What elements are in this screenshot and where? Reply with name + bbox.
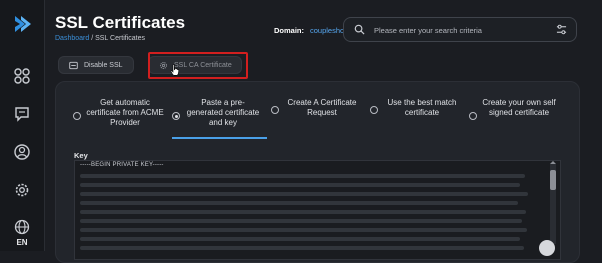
chevron-logo[interactable] xyxy=(12,14,32,34)
disable-icon xyxy=(69,61,78,70)
globe-icon[interactable] xyxy=(13,218,31,236)
redacted-key-line xyxy=(80,219,522,223)
redacted-key-line xyxy=(80,174,525,178)
redacted-key-line xyxy=(80,201,518,205)
search-icon xyxy=(354,24,365,35)
redacted-key-line xyxy=(80,183,520,187)
radio-best-match[interactable] xyxy=(370,106,378,114)
key-label: Key xyxy=(74,151,88,160)
language-selector[interactable]: EN xyxy=(0,238,44,247)
chat-bubble-button[interactable] xyxy=(539,240,555,256)
option-best-match-label[interactable]: Use the best match certificate xyxy=(380,98,464,118)
radio-self-signed[interactable] xyxy=(469,112,477,120)
user-icon[interactable] xyxy=(13,143,31,161)
redacted-key-line xyxy=(80,228,527,232)
redacted-key-line xyxy=(80,192,528,196)
redacted-key-line xyxy=(80,246,524,250)
sidebar: EN xyxy=(0,0,45,251)
hand-cursor-icon xyxy=(170,64,180,76)
redacted-key-line xyxy=(80,210,526,214)
scrollbar-thumb[interactable] xyxy=(550,170,556,190)
domain-label: Domain: xyxy=(274,26,304,35)
radio-acme[interactable] xyxy=(73,112,81,120)
redacted-key-line xyxy=(80,237,520,241)
selected-option-indicator xyxy=(172,137,267,139)
radio-paste-certificate[interactable] xyxy=(172,112,180,120)
disable-ssl-label: Disable SSL xyxy=(84,62,123,69)
breadcrumb: Dashboard / SSL Certificates xyxy=(55,35,145,42)
option-certificate-request-label[interactable]: Create A Certificate Request xyxy=(280,98,364,118)
chat-icon[interactable] xyxy=(13,105,31,123)
option-acme-label[interactable]: Get automatic certificate from ACME Prov… xyxy=(86,98,164,128)
apps-icon[interactable] xyxy=(13,67,31,85)
key-scrollbar[interactable] xyxy=(550,164,556,244)
breadcrumb-current: SSL Certificates xyxy=(95,35,146,42)
highlight-box xyxy=(148,52,248,79)
option-self-signed-label[interactable]: Create your own self signed certificate xyxy=(480,98,558,118)
search-box xyxy=(343,17,577,42)
breadcrumb-dashboard-link[interactable]: Dashboard xyxy=(55,35,89,42)
key-content-header: -----BEGIN PRIVATE KEY----- xyxy=(80,162,164,168)
search-input[interactable] xyxy=(372,22,546,39)
gear-icon[interactable] xyxy=(13,181,31,199)
page-title: SSL Certificates xyxy=(55,13,186,32)
radio-certificate-request[interactable] xyxy=(271,106,279,114)
disable-ssl-button[interactable]: Disable SSL xyxy=(58,56,134,74)
option-paste-certificate-label[interactable]: Paste a pre-generated certificate and ke… xyxy=(184,98,262,128)
filter-sliders-icon[interactable] xyxy=(556,24,567,35)
